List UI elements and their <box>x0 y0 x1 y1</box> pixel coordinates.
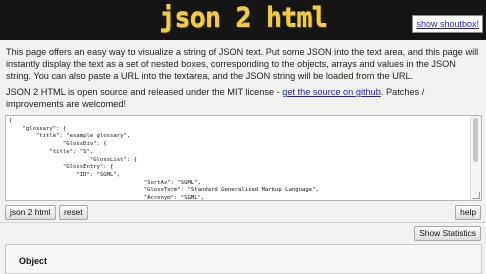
section-divider <box>0 222 486 223</box>
json2html-button[interactable]: json 2 html <box>5 205 56 220</box>
json-input-text[interactable]: { "glossary": { "title": "example glossa… <box>9 118 469 200</box>
reset-button[interactable]: reset <box>59 205 88 220</box>
object-node-label: Object <box>19 256 48 266</box>
output-panel: Object <box>5 244 482 274</box>
github-source-link[interactable]: get the source on github <box>282 87 381 97</box>
textarea-scrollbar[interactable] <box>470 116 481 200</box>
intro-text: This page offers an easy way to visualiz… <box>6 47 479 81</box>
help-button[interactable]: help <box>455 205 481 220</box>
scrollbar-thumb[interactable] <box>473 118 478 162</box>
header-bar: json 2 html show shoutbox! <box>0 0 486 40</box>
show-shoutbox-link[interactable]: show shoutbox! <box>412 15 483 33</box>
license-text: JSON 2 HTML is open source and released … <box>6 86 482 110</box>
json-textarea[interactable]: { "glossary": { "title": "example glossa… <box>5 115 482 201</box>
show-statistics-button[interactable]: Show Statistics <box>414 226 481 241</box>
resize-handle-icon[interactable] <box>473 192 480 199</box>
license-prefix: JSON 2 HTML is open source and released … <box>6 87 283 97</box>
